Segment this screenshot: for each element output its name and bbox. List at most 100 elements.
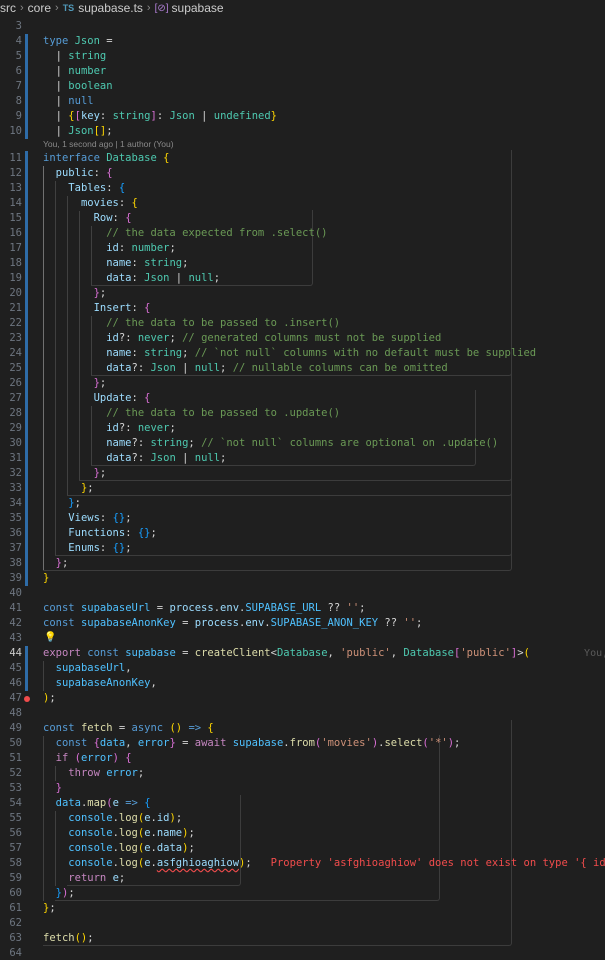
- code-line[interactable]: };: [43, 901, 56, 916]
- code-token: id: [156, 812, 170, 824]
- code-line[interactable]: );: [43, 691, 56, 706]
- code-line[interactable]: data?: Json | null;: [43, 451, 226, 466]
- code-line[interactable]: supabaseAnonKey,: [43, 676, 157, 691]
- code-token: |: [169, 272, 189, 284]
- code-line[interactable]: data: Json | null;: [43, 271, 220, 286]
- code-line[interactable]: const supabaseAnonKey = process.env.SUPA…: [43, 616, 422, 631]
- code-line[interactable]: Update: {: [43, 391, 151, 406]
- code-line[interactable]: };: [43, 556, 69, 571]
- code-line[interactable]: data.map(e => {: [43, 796, 151, 811]
- code-token: error: [137, 737, 170, 749]
- code-line[interactable]: | null: [43, 94, 94, 109]
- code-token: Insert: [93, 302, 132, 314]
- code-line[interactable]: | {[key: string]: Json | undefined}: [43, 109, 277, 124]
- code-line[interactable]: };: [43, 466, 107, 481]
- code-line[interactable]: const fetch = async () => {: [43, 721, 214, 736]
- code-line[interactable]: id: number;: [43, 241, 176, 256]
- code-line[interactable]: export const supabase = createClient<Dat…: [43, 646, 605, 661]
- code-token: =: [99, 35, 113, 47]
- code-line[interactable]: Functions: {};: [43, 526, 157, 541]
- code-token: ,: [150, 677, 157, 689]
- line-number: 57: [9, 842, 22, 854]
- code-line[interactable]: console.log(e.id);: [43, 811, 182, 826]
- code-line[interactable]: Row: {: [43, 211, 132, 226]
- code-line[interactable]: | Json[];: [43, 124, 113, 139]
- code-token: env: [220, 602, 240, 614]
- line-number: 11: [9, 152, 22, 164]
- code-token: never: [137, 422, 170, 434]
- breadcrumb-item-symbol[interactable]: supabase: [172, 1, 224, 15]
- line-number: 54: [9, 797, 22, 809]
- code-line[interactable]: return e;: [43, 871, 125, 886]
- code-line[interactable]: name: string; // `not null` columns with…: [43, 346, 536, 361]
- code-line[interactable]: | number: [43, 64, 107, 79]
- error-lens-message: Property 'asfghioaghiow' does not exist …: [251, 857, 605, 869]
- code-line[interactable]: interface Database {: [43, 151, 169, 166]
- code-line[interactable]: movies: {: [43, 196, 138, 211]
- code-line[interactable]: };: [43, 376, 107, 391]
- code-token: ;: [188, 437, 202, 449]
- line-number: 40: [9, 587, 22, 599]
- code-line[interactable]: const {data, error} = await supabase.fro…: [43, 736, 461, 751]
- breadcrumb-item-core[interactable]: core: [28, 1, 51, 15]
- code-line[interactable]: name: string;: [43, 256, 188, 271]
- code-line[interactable]: // the data to be passed to .update(): [43, 406, 340, 421]
- code-line[interactable]: Insert: {: [43, 301, 151, 316]
- code-line[interactable]: Enums: {};: [43, 541, 131, 556]
- code-line[interactable]: // the data to be passed to .insert(): [43, 316, 340, 331]
- code-token: Functions: [68, 527, 126, 539]
- code-line[interactable]: });: [43, 886, 75, 901]
- code-token: |: [43, 65, 69, 77]
- line-number: 26: [9, 377, 22, 389]
- code-line[interactable]: name?: string; // `not null` columns are…: [43, 436, 498, 451]
- code-line[interactable]: if (error) {: [43, 751, 132, 766]
- code-token: movies: [80, 197, 119, 209]
- code-line[interactable]: throw error;: [43, 766, 144, 781]
- code-line[interactable]: Views: {};: [43, 511, 131, 526]
- code-editor[interactable]: 3 4 type Json = 5 | string 6 | number 7 | boo…: [0, 16, 605, 960]
- code-token: number: [68, 65, 107, 77]
- code-line[interactable]: Tables: {: [43, 181, 125, 196]
- code-line[interactable]: }: [43, 781, 62, 796]
- breadcrumb: src › core › TS supabase.ts › [⊘] supaba…: [0, 0, 605, 16]
- code-line[interactable]: };: [43, 481, 94, 496]
- code-line[interactable]: console.log(e.asfghioaghiow); Property '…: [43, 856, 605, 871]
- line-number: 10: [9, 125, 22, 137]
- code-token: ?:: [118, 422, 138, 434]
- breadcrumb-item-src[interactable]: src: [0, 1, 16, 15]
- code-line[interactable]: data?: Json | null; // nullable columns …: [43, 361, 447, 376]
- code-line[interactable]: fetch();: [43, 931, 94, 946]
- code-line[interactable]: const supabaseUrl = process.env.SUPABASE…: [43, 601, 365, 616]
- code-line[interactable]: type Json =: [43, 34, 113, 49]
- code-line[interactable]: };: [43, 286, 107, 301]
- code-line[interactable]: }: [43, 571, 49, 586]
- code-token: const: [43, 602, 81, 614]
- code-token: const: [87, 647, 126, 659]
- git-blame-codelens[interactable]: You, 1 second ago | 1 author (You): [43, 139, 174, 150]
- lightbulb-icon[interactable]: 💡: [44, 632, 56, 643]
- code-line[interactable]: public: {: [43, 166, 113, 181]
- code-token: ;: [169, 242, 176, 254]
- code-line[interactable]: console.log(e.data);: [43, 841, 195, 856]
- code-line[interactable]: // the data expected from .select(): [43, 226, 327, 241]
- code-line[interactable]: | string: [43, 49, 107, 64]
- code-token: data: [106, 452, 132, 464]
- code-line[interactable]: };: [43, 496, 81, 511]
- breadcrumb-item-file[interactable]: supabase.ts: [78, 1, 143, 15]
- code-token: {: [106, 167, 113, 179]
- code-token: never: [137, 332, 170, 344]
- code-line[interactable]: id?: never;: [43, 421, 176, 436]
- code-line[interactable]: console.log(e.name);: [43, 826, 195, 841]
- code-line[interactable]: | boolean: [43, 79, 113, 94]
- code-line[interactable]: id?: never; // generated columns must no…: [43, 331, 441, 346]
- code-token: createClient: [194, 647, 271, 659]
- code-line[interactable]: supabaseUrl,: [43, 661, 132, 676]
